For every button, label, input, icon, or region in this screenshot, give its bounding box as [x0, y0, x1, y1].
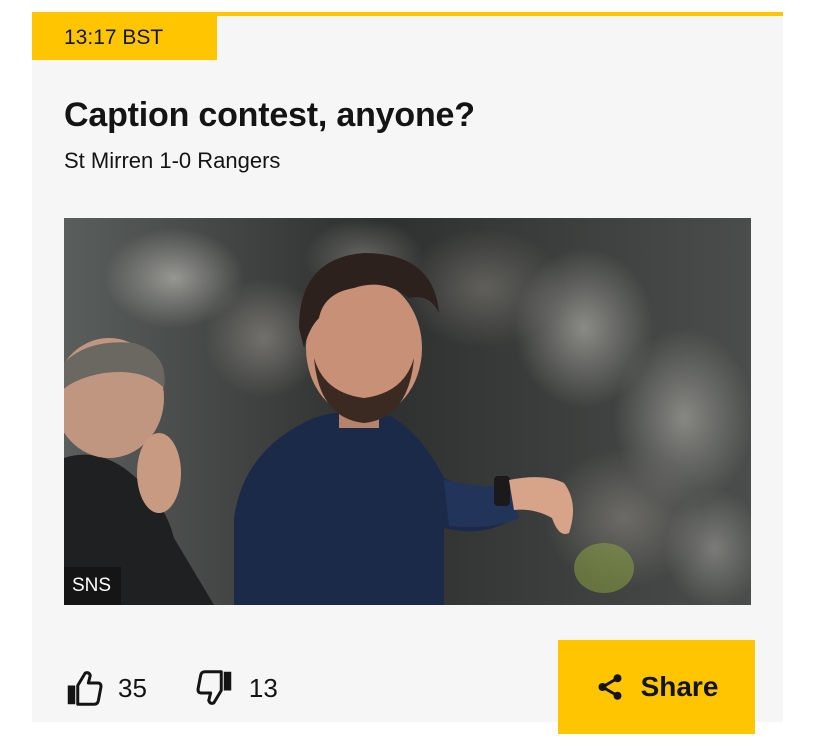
share-button[interactable]: Share — [558, 640, 755, 734]
share-label: Share — [640, 671, 719, 702]
dislike-count: 13 — [248, 672, 278, 703]
post-headline: Caption contest, anyone? — [64, 96, 475, 134]
thumbs-down-icon — [196, 670, 232, 705]
manager-checking-watch-photo — [64, 218, 751, 605]
post-photo: SNS — [64, 218, 751, 605]
thumbs-up-icon — [67, 671, 103, 706]
dislike-button[interactable]: 13 — [195, 668, 278, 708]
post-timestamp: 13:17 BST — [32, 16, 217, 60]
photo-credit: SNS — [64, 567, 122, 605]
live-post-card: 13:17 BST Caption contest, anyone? St Mi… — [32, 12, 783, 734]
reactions-bar: 35 13 — [64, 666, 326, 710]
share-icon — [598, 674, 622, 700]
like-count: 35 — [118, 672, 147, 703]
like-button[interactable]: 35 — [64, 668, 147, 708]
match-score: St Mirren 1-0 Rangers — [64, 148, 281, 173]
